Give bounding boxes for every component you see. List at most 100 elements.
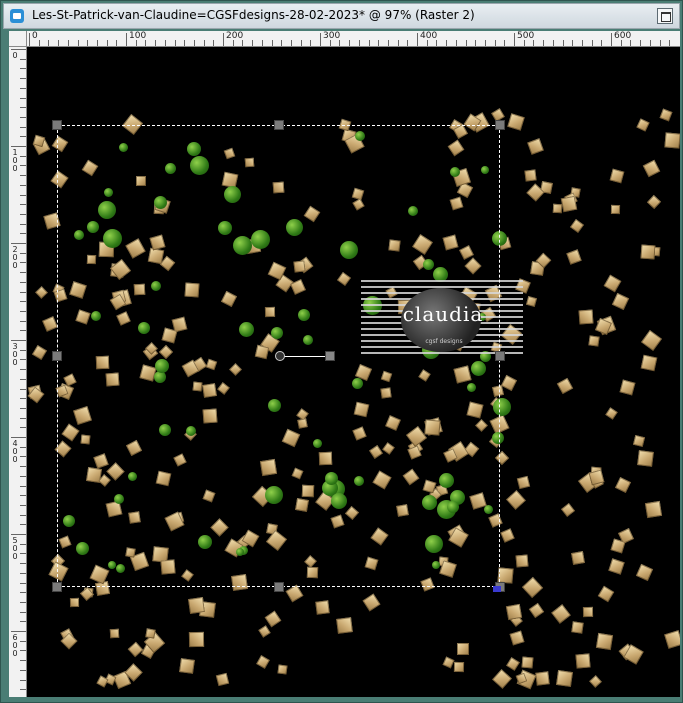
ruler-tick [20,165,26,166]
layer-marker [493,586,501,592]
ruler-tick [20,466,26,467]
ruler-tick [20,204,26,205]
confetti-square [556,377,574,395]
confetti-square [524,169,537,182]
confetti-square [42,316,58,332]
ruler-tick [20,282,26,283]
confetti-square [571,551,585,565]
ruler-tick [20,224,26,225]
confetti-square [31,344,48,361]
confetti-square [641,330,662,351]
ruler-tick [20,456,26,457]
confetti-square [264,610,282,628]
ruler-tick [20,398,26,399]
ruler-tick [20,59,26,60]
confetti-square [632,434,646,448]
ruler-tick [20,495,26,496]
ruler-tick [640,40,641,46]
confetti-square [535,671,550,686]
confetti-square [664,630,680,649]
ruler-tick [78,40,79,46]
handle-middle-right[interactable] [495,351,505,361]
ruler-tick [20,553,26,554]
ruler-tick [126,33,127,46]
confetti-square [636,118,650,132]
ruler-label: 500 [517,31,535,41]
ruler-label: 200 [226,31,244,41]
ruler-tick [29,33,30,46]
ruler-tick [20,292,26,293]
ruler-tick [58,40,59,46]
pivot-icon[interactable] [275,351,285,361]
handle-middle-left[interactable] [52,351,62,361]
confetti-square [516,475,531,490]
ruler-tick [20,78,26,79]
confetti-square [258,625,271,638]
confetti-square [521,576,544,599]
ruler-label: 2 0 0 [12,245,18,270]
ruler-tick [660,40,661,46]
confetti-square [188,597,205,614]
confetti-square [215,672,230,687]
title-bar[interactable]: Les-St-Patrick-van-Claudine=CGSFdesigns-… [3,3,680,29]
confetti-square [614,476,632,494]
confetti-square [588,335,600,347]
ruler-tick [11,146,26,147]
confetti-square [500,374,518,392]
confetti-square [527,138,544,155]
ruler-tick [301,40,302,46]
ruler-tick [369,40,370,46]
confetti-square [578,309,594,325]
ruler-label: 100 [129,31,147,41]
confetti-square [551,604,571,624]
image-canvas[interactable]: claudia cgsf designs [27,47,680,697]
ruler-tick [669,40,670,46]
ruler-tick [252,40,253,46]
confetti-square [457,643,469,655]
confetti-square [611,292,630,311]
ruler-tick [20,330,26,331]
ruler-tick [11,534,26,535]
confetti-square [127,641,144,658]
confetti-square [505,603,523,621]
ruler-tick [20,602,26,603]
pivot-arm [280,356,330,357]
ruler-tick [310,40,311,46]
confetti-square [608,558,625,575]
handle-bottom-left[interactable] [52,582,62,592]
confetti-square [619,379,636,396]
confetti-square [179,658,195,674]
ruler-tick [155,40,156,46]
ruler-tick [407,40,408,46]
ruler-tick [262,40,263,46]
confetti-square [277,664,288,675]
ruler-tick [20,427,26,428]
rotate-handle-icon[interactable] [325,351,335,361]
handle-top-right[interactable] [495,120,505,130]
ruler-tick [97,40,98,46]
ruler-tick [582,40,583,46]
handle-top-center[interactable] [274,120,284,130]
confetti-square [570,219,584,233]
confetti-square [640,244,656,260]
handle-bottom-center[interactable] [274,582,284,592]
confetti-square [315,600,330,615]
ruler-tick [20,350,26,351]
ruler-label: 600 [614,31,632,41]
ruler-tick [485,40,486,46]
confetti-square [285,584,304,603]
ruler-tick [20,214,26,215]
ruler-tick [475,40,476,46]
handle-top-left[interactable] [52,120,62,130]
ruler-tick [20,311,26,312]
ruler-tick [650,40,651,46]
ruler-tick [107,40,108,46]
confetti-square [35,286,48,299]
ruler-label: 0 [12,51,18,60]
ruler-tick [20,680,26,681]
ruler-tick [378,40,379,46]
confetti-square [509,630,525,646]
maximize-icon[interactable] [657,8,673,24]
ruler-tick [204,40,205,46]
ruler-tick [20,563,26,564]
